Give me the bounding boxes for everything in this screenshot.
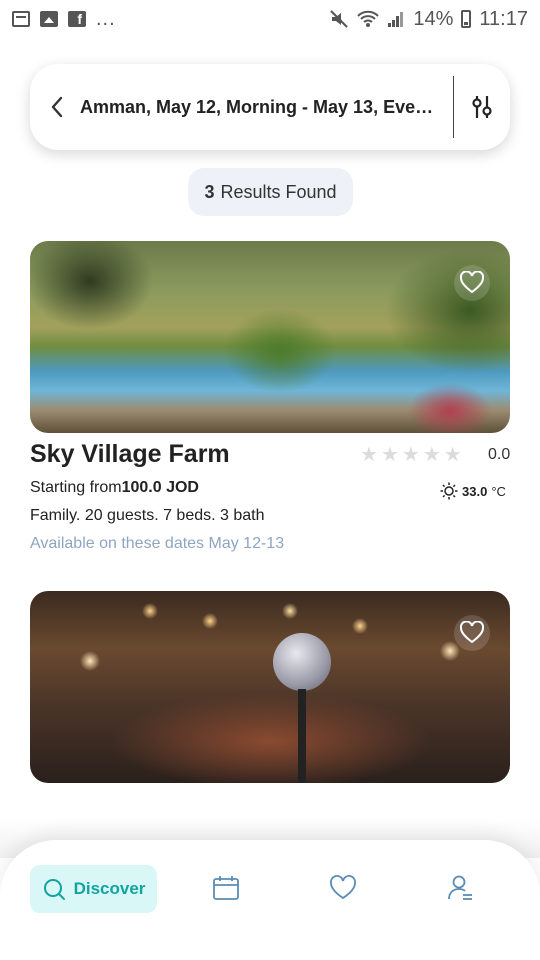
- availability-text: Available on these dates May 12-13: [30, 535, 285, 552]
- favorite-button[interactable]: [454, 615, 490, 651]
- search-icon: [43, 879, 65, 900]
- star-icon: ★: [401, 444, 420, 466]
- microphone-image: [273, 633, 331, 691]
- user-icon: [448, 875, 472, 900]
- temperature-unit: °C: [491, 483, 506, 499]
- search-summary-bar[interactable]: Amman, May 12, Morning - May 13, Eveni..…: [30, 64, 510, 150]
- image-notification-icon: [40, 11, 58, 27]
- star-icon: ★: [443, 444, 462, 466]
- battery-icon: [461, 10, 472, 28]
- star-icon: ★: [422, 444, 441, 466]
- listing-price: Starting from100.0 JOD: [30, 479, 199, 497]
- sliders-icon: [472, 96, 492, 118]
- listing-details: Family. 20 guests. 7 beds. 3 bath: [30, 507, 265, 524]
- mute-icon: [330, 10, 349, 28]
- heart-icon: [459, 621, 485, 644]
- nav-discover-label: Discover: [73, 879, 146, 898]
- microphone-stand: [298, 689, 306, 783]
- listing-title[interactable]: Sky Village Farm: [30, 440, 230, 469]
- more-notifications: ...: [96, 7, 116, 30]
- nav-discover[interactable]: Discover: [30, 865, 157, 913]
- facebook-notification-icon: f: [68, 11, 86, 27]
- sun-icon: [440, 482, 458, 500]
- calendar-icon: [213, 876, 239, 900]
- signal-icon: [388, 12, 404, 27]
- back-button[interactable]: [34, 64, 80, 150]
- star-rating: ★ ★ ★ ★ ★: [360, 445, 462, 465]
- rating-value: 0.0: [488, 446, 511, 463]
- clock: 11:17: [479, 7, 528, 30]
- star-icon: ★: [360, 444, 378, 466]
- search-query[interactable]: Amman, May 12, Morning - May 13, Eveni..…: [80, 97, 453, 118]
- wifi-icon: [357, 10, 380, 27]
- price-prefix: Starting from: [30, 479, 122, 496]
- results-count: 3: [204, 181, 215, 202]
- heart-icon: [459, 271, 485, 294]
- favorite-button[interactable]: [454, 265, 490, 301]
- price-value: 100.0 JOD: [121, 479, 199, 496]
- results-label: Results Found: [220, 181, 337, 202]
- venue-photo: [30, 591, 510, 783]
- listing-image[interactable]: [30, 241, 510, 433]
- nav-favorites[interactable]: [328, 873, 358, 903]
- heart-icon: [330, 875, 356, 900]
- results-count-badge: 3 Results Found: [188, 168, 353, 216]
- weather: 33.0 °C: [440, 482, 506, 500]
- star-icon: ★: [380, 444, 399, 466]
- status-bar: f ... 14% 11:17: [0, 0, 540, 38]
- calendar-notification-icon: [12, 11, 30, 27]
- chevron-left-icon: [51, 96, 63, 118]
- nav-profile[interactable]: [445, 873, 475, 903]
- temperature-value: 33.0: [462, 483, 488, 499]
- battery-percent: 14%: [413, 7, 454, 30]
- nav-bookings[interactable]: [211, 873, 241, 903]
- filter-button[interactable]: [454, 64, 510, 150]
- farm-photo: [30, 241, 510, 433]
- listing-image[interactable]: [30, 591, 510, 783]
